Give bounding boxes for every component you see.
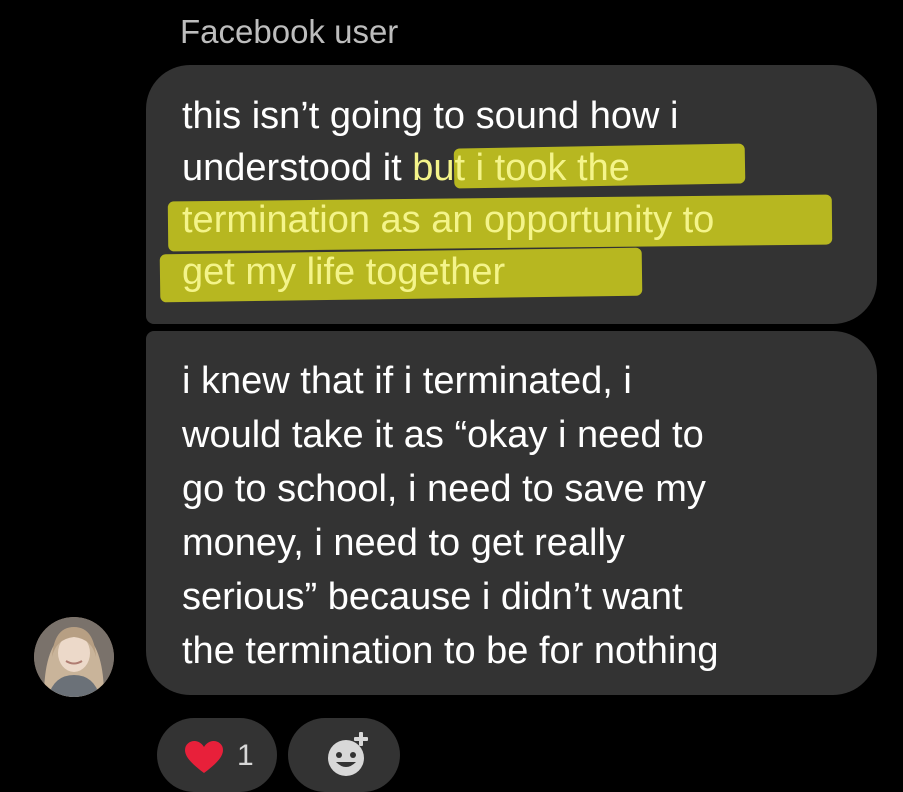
avatar-photo: [34, 617, 114, 697]
highlighted-text: get my life together: [182, 251, 506, 293]
avatar[interactable]: [34, 617, 114, 697]
reaction-count: 1: [237, 739, 254, 772]
message-line: i knew that if i terminated, i: [182, 360, 632, 402]
add-reaction-icon: [328, 732, 368, 776]
message-line: serious” because i didn’t want: [182, 576, 683, 618]
message-line: understood it but i took the: [182, 147, 630, 189]
highlighted-text: but i took the: [412, 147, 630, 189]
add-reaction-button[interactable]: [288, 718, 400, 792]
message-line: termination as an opportunity to: [182, 194, 714, 246]
message-line: would take it as “okay i need to: [182, 414, 704, 456]
message-bubble[interactable]: i knew that if i terminated, i would tak…: [146, 331, 877, 695]
message-line: the termination to be for nothing: [182, 630, 719, 672]
message-bubble[interactable]: this isn’t going to sound how i understo…: [146, 65, 877, 324]
message-line: get my life together: [182, 246, 505, 298]
message-line: money, i need to get really: [182, 522, 625, 564]
message-line: this isn’t going to sound how i: [182, 95, 679, 137]
highlighted-text: termination as an opportunity to: [182, 199, 715, 241]
heart-reaction-button[interactable]: 1: [157, 718, 277, 792]
message-line: go to school, i need to save my: [182, 468, 706, 510]
heart-icon: [185, 741, 223, 773]
sender-name: Facebook user: [180, 13, 399, 50]
